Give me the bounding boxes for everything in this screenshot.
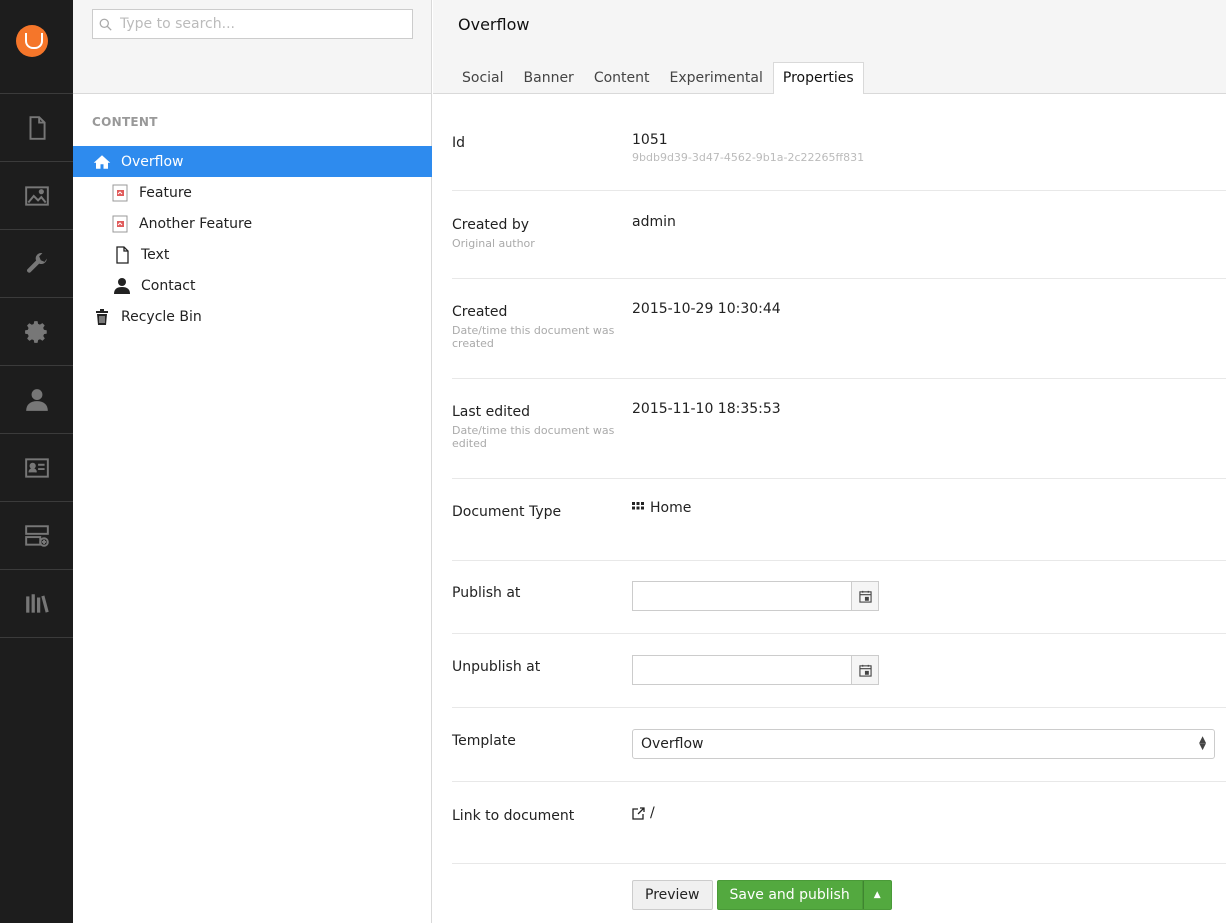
tab-banner[interactable]: Banner bbox=[514, 62, 584, 93]
calendar-button[interactable] bbox=[852, 581, 879, 611]
tree-header bbox=[73, 0, 431, 94]
tree-node-label: Another Feature bbox=[139, 215, 253, 232]
property-description: Date/time this document was created bbox=[452, 324, 615, 350]
preview-button[interactable]: Preview bbox=[632, 880, 713, 910]
label-text: Created bbox=[452, 304, 508, 320]
property-label: Link to document bbox=[452, 808, 575, 824]
template-selected-value: Overflow bbox=[641, 736, 704, 752]
calendar-icon bbox=[858, 590, 872, 603]
developer-gear-icon[interactable] bbox=[0, 297, 73, 365]
tree-node-recycle-bin[interactable]: Recycle Bin bbox=[73, 301, 432, 332]
select-arrows-icon: ▲ ▼ bbox=[1199, 735, 1206, 752]
forms-section-icon[interactable] bbox=[0, 501, 73, 569]
section-rail bbox=[0, 0, 73, 923]
tree-node-label: Recycle Bin bbox=[121, 308, 202, 325]
property-document-type: Document Type Home bbox=[452, 500, 1226, 561]
action-bar: Preview Save and publish ▲ bbox=[632, 880, 892, 910]
document-editor: Overflow Social Banner Content Experimen… bbox=[433, 0, 1226, 923]
property-label: Publish at bbox=[452, 585, 521, 601]
document-title: Overflow bbox=[458, 15, 530, 34]
user-icon bbox=[114, 277, 130, 294]
document-icon bbox=[116, 245, 129, 264]
property-label: Template bbox=[452, 733, 516, 749]
property-value: 1051 9bdb9d39-3d47-4562-9b1a-2c22265ff83… bbox=[632, 132, 864, 164]
feature-doc-icon bbox=[112, 184, 128, 201]
unpublish-at-input[interactable] bbox=[632, 655, 852, 685]
property-label: Document Type bbox=[452, 504, 562, 520]
property-value: Home bbox=[632, 500, 691, 516]
link-value: / bbox=[650, 805, 655, 821]
feature-doc-icon bbox=[112, 215, 128, 232]
members-section-icon[interactable] bbox=[0, 433, 73, 501]
publish-at-input[interactable] bbox=[632, 581, 852, 611]
property-created-by: Created by Original author admin bbox=[452, 214, 1226, 279]
property-value: 2015-11-10 18:35:53 bbox=[632, 401, 781, 417]
content-tree-panel: CONTENT Overflow Feature Another Feature… bbox=[73, 0, 432, 923]
search-box[interactable] bbox=[92, 9, 413, 39]
publish-at-datepicker bbox=[632, 581, 879, 611]
tree-section-title: CONTENT bbox=[92, 115, 158, 129]
label-text: Created by bbox=[452, 217, 530, 233]
doctype-value: Home bbox=[650, 500, 692, 516]
tree-node-label: Feature bbox=[139, 184, 192, 201]
tree-node-contact[interactable]: Contact bbox=[73, 270, 432, 301]
document-link[interactable]: / bbox=[632, 805, 655, 821]
tree-node-overflow[interactable]: Overflow bbox=[73, 146, 432, 177]
property-created: Created Date/time this document was crea… bbox=[452, 301, 1226, 379]
tree-node-label: Overflow bbox=[121, 153, 184, 170]
tab-bar: Social Banner Content Experimental Prope… bbox=[452, 62, 864, 94]
property-label: Last edited Date/time this document was … bbox=[452, 404, 617, 450]
label-text: Last edited bbox=[452, 404, 530, 420]
tree-node-another-feature[interactable]: Another Feature bbox=[73, 208, 432, 239]
property-description: Date/time this document was edited bbox=[452, 424, 615, 450]
tree-node-feature[interactable]: Feature bbox=[73, 177, 432, 208]
tree-node-text[interactable]: Text bbox=[73, 239, 432, 270]
id-value: 1051 bbox=[632, 132, 668, 148]
umbraco-logo-icon[interactable] bbox=[16, 25, 48, 57]
property-link: Link to document / bbox=[452, 805, 1226, 864]
template-select[interactable]: Overflow ▲ ▼ bbox=[632, 729, 1215, 759]
tab-properties[interactable]: Properties bbox=[772, 62, 864, 94]
more-actions-caret-icon[interactable]: ▲ bbox=[862, 880, 892, 910]
property-id: Id 1051 9bdb9d39-3d47-4562-9b1a-2c22265f… bbox=[452, 132, 1226, 191]
property-label: Created by Original author bbox=[452, 217, 617, 250]
settings-wrench-icon[interactable] bbox=[0, 229, 73, 297]
trash-icon bbox=[96, 308, 108, 325]
property-publish-at: Publish at bbox=[452, 581, 1226, 634]
doctype-grid-icon bbox=[632, 502, 644, 510]
media-section-icon[interactable] bbox=[0, 161, 73, 229]
tab-experimental[interactable]: Experimental bbox=[660, 62, 773, 93]
unpublish-at-datepicker bbox=[632, 655, 879, 685]
guid-value: 9bdb9d39-3d47-4562-9b1a-2c22265ff831 bbox=[632, 151, 865, 164]
home-icon bbox=[93, 154, 111, 169]
users-section-icon[interactable] bbox=[0, 365, 73, 433]
property-last-edited: Last edited Date/time this document was … bbox=[452, 401, 1226, 479]
calendar-button[interactable] bbox=[852, 655, 879, 685]
property-value: admin bbox=[632, 214, 676, 230]
tree-node-label: Contact bbox=[141, 277, 196, 294]
dictionary-section-icon[interactable] bbox=[0, 569, 73, 637]
tab-content[interactable]: Content bbox=[584, 62, 660, 93]
property-label: Unpublish at bbox=[452, 659, 541, 675]
property-unpublish-at: Unpublish at bbox=[452, 655, 1226, 708]
property-value: 2015-10-29 10:30:44 bbox=[632, 301, 781, 317]
property-template: Template Overflow ▲ ▼ bbox=[452, 729, 1226, 782]
tab-social[interactable]: Social bbox=[452, 62, 514, 93]
external-link-icon bbox=[632, 806, 645, 820]
property-description: Original author bbox=[452, 237, 535, 250]
tree-node-label: Text bbox=[141, 246, 170, 263]
property-label: Created Date/time this document was crea… bbox=[452, 304, 617, 350]
property-label: Id bbox=[452, 135, 466, 151]
calendar-icon bbox=[858, 664, 872, 677]
content-section-icon[interactable] bbox=[0, 93, 73, 161]
rail-divider bbox=[0, 637, 73, 638]
document-header: Overflow Social Banner Content Experimen… bbox=[433, 0, 1226, 94]
save-and-publish-button[interactable]: Save and publish bbox=[716, 880, 863, 910]
search-icon bbox=[99, 18, 112, 31]
search-input[interactable] bbox=[120, 16, 400, 32]
